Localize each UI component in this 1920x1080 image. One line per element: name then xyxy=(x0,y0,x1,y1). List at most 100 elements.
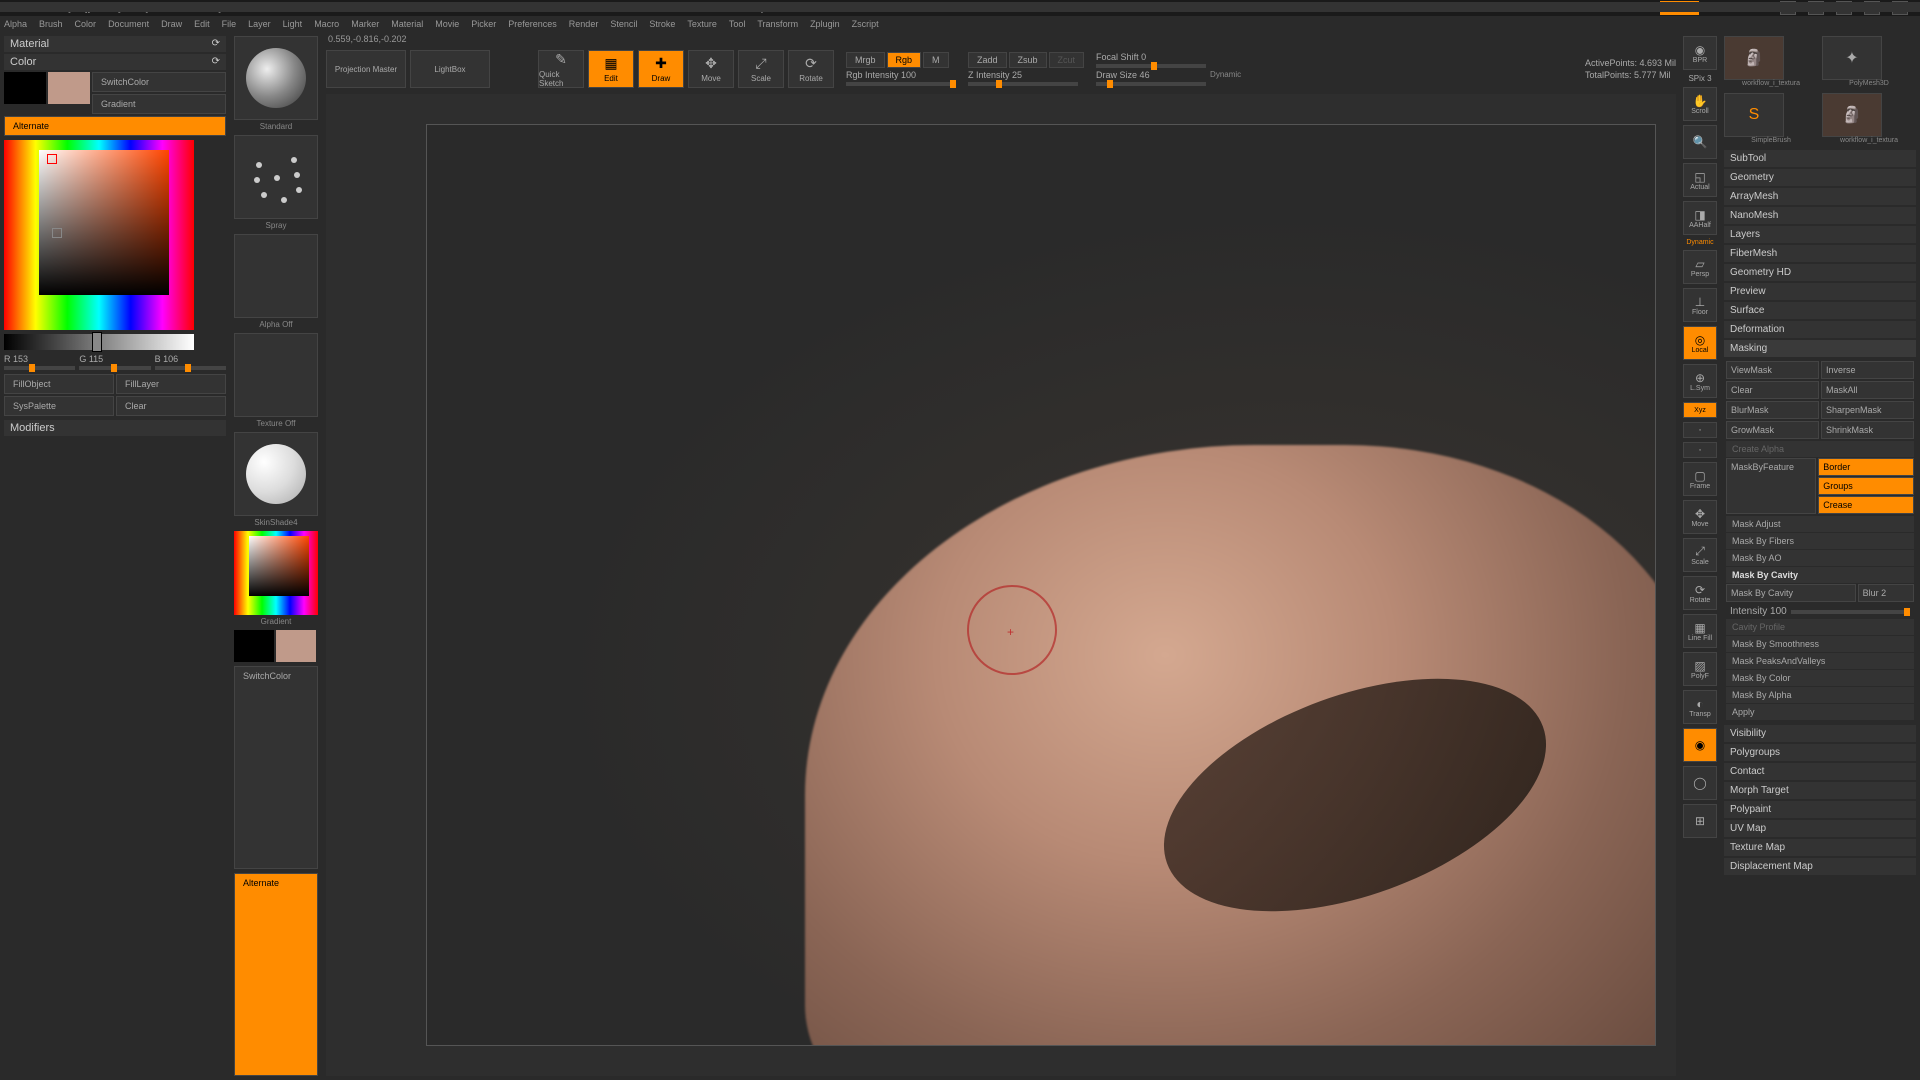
zcut-button[interactable]: Zcut xyxy=(1049,52,1085,68)
alternate-button[interactable]: Alternate xyxy=(4,116,226,136)
local-button[interactable]: ◎Local xyxy=(1683,326,1717,360)
refresh-icon[interactable]: ⟳ xyxy=(212,56,220,68)
section-contact[interactable]: Contact xyxy=(1724,763,1916,780)
apply-button[interactable]: Apply xyxy=(1726,704,1914,720)
menu-macro[interactable]: Macro xyxy=(314,19,339,29)
grid-button[interactable]: ⊞ xyxy=(1683,804,1717,838)
floor-button[interactable]: ⊥Floor xyxy=(1683,288,1717,322)
actual-button[interactable]: ◱Actual xyxy=(1683,163,1717,197)
tool-thumb-2[interactable]: ✦ xyxy=(1822,36,1882,80)
edit-button[interactable]: ▦Edit xyxy=(588,50,634,88)
filllayer-button[interactable]: FillLayer xyxy=(116,374,226,394)
projection-master-button[interactable]: Projection Master xyxy=(326,50,406,88)
stroke-thumb[interactable] xyxy=(234,135,318,219)
b-slider[interactable] xyxy=(155,366,226,370)
tool-thumb-1[interactable]: 🗿 xyxy=(1724,36,1784,80)
brush-thumb[interactable] xyxy=(234,36,318,120)
alternate-button-2[interactable]: Alternate xyxy=(234,873,318,1076)
quicksketch-button[interactable]: ✎Quick Sketch xyxy=(538,50,584,88)
menu-material[interactable]: Material xyxy=(391,19,423,29)
section-displacementmap[interactable]: Displacement Map xyxy=(1724,858,1916,875)
menu-document[interactable]: Document xyxy=(108,19,149,29)
rgb-intensity-slider[interactable]: Rgb Intensity 100 xyxy=(846,70,956,86)
section-arraymesh[interactable]: ArrayMesh xyxy=(1724,188,1916,205)
section-nanomesh[interactable]: NanoMesh xyxy=(1724,207,1916,224)
menu-file[interactable]: File xyxy=(222,19,237,29)
mrgb-button[interactable]: Mrgb xyxy=(846,52,885,68)
section-subtool[interactable]: SubTool xyxy=(1724,150,1916,167)
scale-nav-button[interactable]: ⤢Scale xyxy=(1683,538,1717,572)
lightbox-button[interactable]: LightBox xyxy=(410,50,490,88)
menu-preferences[interactable]: Preferences xyxy=(508,19,557,29)
small-color-picker[interactable] xyxy=(234,531,318,615)
color-header[interactable]: Color⟳ xyxy=(4,54,226,70)
crease-button[interactable]: Crease xyxy=(1818,496,1914,514)
r-slider[interactable] xyxy=(4,366,75,370)
maskbyalpha-item[interactable]: Mask By Alpha xyxy=(1726,687,1914,703)
section-deformation[interactable]: Deformation xyxy=(1724,321,1916,338)
draw-size-slider[interactable]: Draw Size 46 xyxy=(1096,70,1206,86)
menu-stroke[interactable]: Stroke xyxy=(649,19,675,29)
ghost-button[interactable]: ◯ xyxy=(1683,766,1717,800)
m-button[interactable]: M xyxy=(923,52,949,68)
inverse-button[interactable]: Inverse xyxy=(1821,361,1914,379)
section-polygroups[interactable]: Polygroups xyxy=(1724,744,1916,761)
maskpeaksvalleys-item[interactable]: Mask PeaksAndValleys xyxy=(1726,653,1914,669)
blur-value[interactable]: Blur 2 xyxy=(1858,584,1914,602)
cavityprofile-item[interactable]: Cavity Profile xyxy=(1726,619,1914,635)
section-visibility[interactable]: Visibility xyxy=(1724,725,1916,742)
section-geometry[interactable]: Geometry xyxy=(1724,169,1916,186)
gradient-button[interactable]: Gradient xyxy=(92,94,226,114)
section-geometryhd[interactable]: Geometry HD xyxy=(1724,264,1916,281)
section-uvmap[interactable]: UV Map xyxy=(1724,820,1916,837)
menu-picker[interactable]: Picker xyxy=(471,19,496,29)
rotate-button[interactable]: ⟳Rotate xyxy=(788,50,834,88)
blurmask-button[interactable]: BlurMask xyxy=(1726,401,1819,419)
polyf-button[interactable]: ▨PolyF xyxy=(1683,652,1717,686)
clear-mask-button[interactable]: Clear xyxy=(1726,381,1819,399)
maskbyfibers-item[interactable]: Mask By Fibers xyxy=(1726,533,1914,549)
z-intensity-slider[interactable]: Z Intensity 25 xyxy=(968,70,1078,86)
scroll-button[interactable]: ✋Scroll xyxy=(1683,87,1717,121)
menu-light[interactable]: Light xyxy=(283,19,303,29)
viewmask-button[interactable]: ViewMask xyxy=(1726,361,1819,379)
maskbycolor-item[interactable]: Mask By Color xyxy=(1726,670,1914,686)
frame-button[interactable]: ▢Frame xyxy=(1683,462,1717,496)
menu-brush[interactable]: Brush xyxy=(39,19,63,29)
alpha-thumb[interactable] xyxy=(234,234,318,318)
menu-layer[interactable]: Layer xyxy=(248,19,271,29)
menu-texture[interactable]: Texture xyxy=(687,19,717,29)
maskbyfeature-button[interactable]: MaskByFeature xyxy=(1726,458,1816,514)
secondary-color-swatch[interactable] xyxy=(4,72,46,104)
spix-label[interactable]: SPix 3 xyxy=(1688,74,1711,83)
syspalette-button[interactable]: SysPalette xyxy=(4,396,114,416)
linefill-button[interactable]: ▦Line Fill xyxy=(1683,614,1717,648)
shrinkmask-button[interactable]: ShrinkMask xyxy=(1821,421,1914,439)
rotate-nav-button[interactable]: ⟳Rotate xyxy=(1683,576,1717,610)
viewport[interactable]: + xyxy=(426,124,1656,1046)
g-slider[interactable] xyxy=(79,366,150,370)
maskbyao-item[interactable]: Mask By AO xyxy=(1726,550,1914,566)
menu-movie[interactable]: Movie xyxy=(435,19,459,29)
canvas[interactable]: + xyxy=(326,94,1676,1076)
material-header[interactable]: Material⟳ xyxy=(4,36,226,52)
intensity-slider[interactable] xyxy=(1791,610,1910,614)
y-axis-button[interactable]: ◦ xyxy=(1683,442,1717,458)
menu-tool[interactable]: Tool xyxy=(729,19,746,29)
menu-draw[interactable]: Draw xyxy=(161,19,182,29)
clear-button[interactable]: Clear xyxy=(116,396,226,416)
section-masking[interactable]: Masking xyxy=(1724,340,1916,357)
aahalf-button[interactable]: ◨AAHalf xyxy=(1683,201,1717,235)
color-marker-2[interactable] xyxy=(52,228,62,238)
maskall-button[interactable]: MaskAll xyxy=(1821,381,1914,399)
focal-shift-slider[interactable]: Focal Shift 0 xyxy=(1096,52,1206,68)
move-button[interactable]: ✥Move xyxy=(688,50,734,88)
material-thumb[interactable] xyxy=(234,432,318,516)
maskadjust-item[interactable]: Mask Adjust xyxy=(1726,516,1914,532)
groups-button[interactable]: Groups xyxy=(1818,477,1914,495)
section-preview[interactable]: Preview xyxy=(1724,283,1916,300)
canvas-ruler[interactable] xyxy=(0,2,1920,12)
rgb-button[interactable]: Rgb xyxy=(887,52,922,68)
primary-swatch[interactable] xyxy=(276,630,316,662)
tool-thumb-3[interactable]: S xyxy=(1724,93,1784,137)
